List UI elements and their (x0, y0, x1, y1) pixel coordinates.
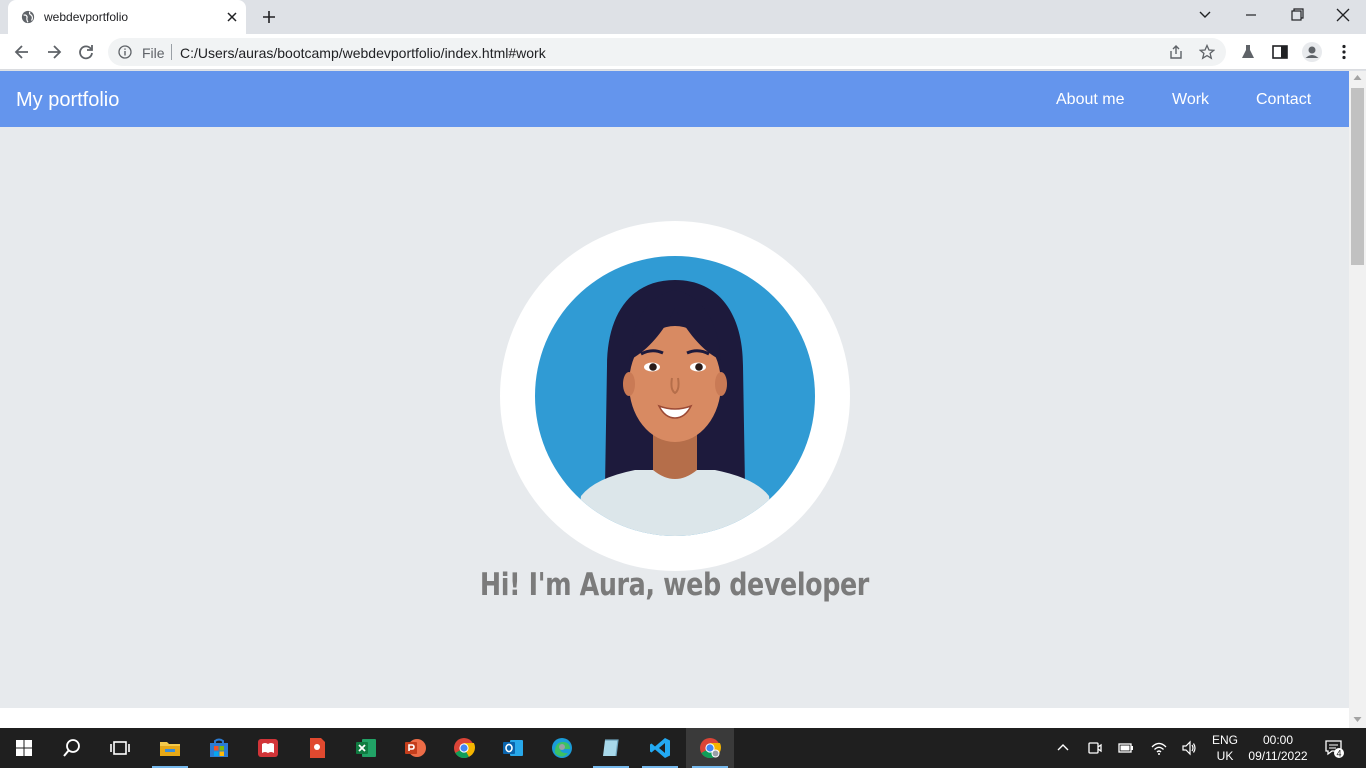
taskbar-search[interactable] (48, 728, 96, 768)
scheme-label: File (142, 45, 165, 61)
url-text[interactable]: C:/Users/auras/bootcamp/webdevportfolio/… (180, 45, 546, 61)
address-separator (171, 44, 172, 60)
windows-taskbar: ENG UK 00:00 09/11/2022 4 (0, 728, 1366, 768)
taskbar-chrome[interactable] (440, 728, 488, 768)
scroll-up-arrow-icon[interactable] (1353, 74, 1362, 81)
taskbar-chrome-profile[interactable] (686, 728, 734, 768)
taskbar-edge[interactable] (538, 728, 586, 768)
chrome-icon (454, 738, 475, 759)
task-view-button[interactable] (96, 728, 144, 768)
excel-icon (356, 739, 376, 757)
clock-date: 09/11/2022 (1248, 749, 1308, 763)
search-icon (63, 739, 80, 757)
profile-avatar-frame (500, 221, 850, 571)
info-icon[interactable] (118, 45, 132, 59)
hero-heading: Hi! I'm Aura, web developer (479, 567, 869, 603)
taskbar-app[interactable] (587, 728, 635, 768)
new-tab-icon[interactable] (260, 8, 278, 26)
taskbar-file-explorer[interactable] (146, 728, 194, 768)
tab-search-icon[interactable] (1193, 5, 1217, 25)
battery-icon[interactable] (1118, 740, 1134, 756)
taskbar-vscode[interactable] (636, 728, 684, 768)
task-view-icon (110, 741, 130, 755)
notification-count: 4 (1336, 748, 1341, 758)
close-window-icon[interactable] (1331, 5, 1355, 25)
restore-icon[interactable] (1285, 5, 1309, 25)
clock-time: 00:00 (1262, 733, 1294, 747)
microsoft-store-icon (210, 738, 228, 757)
globe-icon (21, 10, 35, 24)
input-language[interactable]: ENG UK (1212, 732, 1238, 764)
meet-now-icon[interactable] (1087, 740, 1103, 756)
vertical-scrollbar[interactable] (1349, 71, 1366, 728)
extensions-lab-icon[interactable] (1239, 43, 1257, 61)
app-icon (603, 739, 619, 757)
volume-icon[interactable] (1181, 740, 1197, 756)
taskbar-store[interactable] (195, 728, 243, 768)
browser-tab[interactable]: webdevportfolio (8, 0, 246, 34)
language-region: UK (1216, 749, 1234, 763)
menu-kebab-icon[interactable] (1335, 43, 1353, 61)
wifi-icon[interactable] (1151, 740, 1167, 756)
taskbar-outlook[interactable] (489, 728, 537, 768)
profile-avatar-icon[interactable] (1302, 42, 1322, 62)
outlook-icon (503, 740, 523, 756)
vscode-icon (650, 738, 670, 758)
profile-avatar-illustration (535, 256, 815, 536)
taskbar-reader[interactable] (244, 728, 292, 768)
windows-start-icon (16, 740, 32, 756)
show-hidden-icons-icon[interactable] (1055, 740, 1071, 756)
address-bar[interactable]: File C:/Users/auras/bootcamp/webdevportf… (108, 38, 1226, 66)
start-button[interactable] (0, 728, 48, 768)
reload-icon[interactable] (76, 42, 96, 62)
forward-icon[interactable] (44, 42, 64, 62)
file-explorer-icon (160, 742, 180, 756)
powerpoint-icon (405, 739, 426, 757)
tab-title: webdevportfolio (44, 10, 129, 24)
nav-link-contact[interactable]: Contact (1256, 91, 1311, 109)
back-icon[interactable] (12, 42, 32, 62)
close-tab-icon[interactable] (224, 9, 240, 25)
tab-strip: webdevportfolio (0, 0, 1366, 34)
chrome-profile-icon (700, 738, 721, 759)
taskbar-powerpoint[interactable] (391, 728, 439, 768)
browser-toolbar: File C:/Users/auras/bootcamp/webdevportf… (0, 34, 1366, 70)
minimize-icon[interactable] (1239, 5, 1263, 25)
side-panel-icon[interactable] (1271, 43, 1289, 61)
nav-link-about[interactable]: About me (1056, 91, 1124, 109)
reader-icon (258, 739, 278, 757)
scroll-down-arrow-icon[interactable] (1353, 716, 1362, 723)
page-bottom-edge (0, 708, 1349, 728)
share-icon[interactable] (1168, 44, 1184, 60)
edge-icon (552, 738, 572, 758)
nav-link-work[interactable]: Work (1172, 91, 1209, 109)
page-viewport: My portfolio About me Work Contact Hi! I… (0, 71, 1349, 708)
site-navbar: My portfolio About me Work Contact (0, 71, 1349, 127)
system-clock[interactable]: 00:00 09/11/2022 (1246, 732, 1310, 764)
taskbar-excel[interactable] (342, 728, 390, 768)
scrollbar-thumb[interactable] (1351, 88, 1364, 265)
document-app-icon (310, 738, 325, 758)
notifications-icon[interactable]: 4 (1324, 738, 1344, 758)
bookmark-star-icon[interactable] (1199, 44, 1215, 60)
taskbar-document-app[interactable] (293, 728, 341, 768)
language-code: ENG (1212, 733, 1239, 747)
site-brand[interactable]: My portfolio (16, 89, 119, 112)
